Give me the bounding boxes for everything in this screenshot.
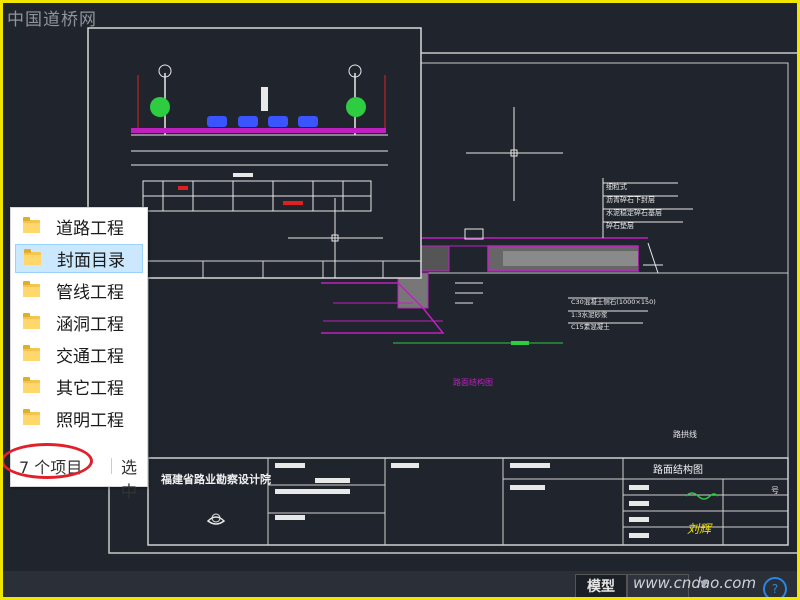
folder-item-road[interactable]: 道路工程 <box>15 212 143 241</box>
sheet-title: 路面结构图 <box>653 463 703 476</box>
folder-item-other[interactable]: 其它工程 <box>15 372 143 401</box>
watermark-bottom: www.cndao.com <box>633 574 757 592</box>
folder-label: 涵洞工程 <box>56 315 124 335</box>
help-icon[interactable]: ? <box>763 577 787 597</box>
watermark-top: 中国道桥网 <box>7 10 97 30</box>
tab-model[interactable]: 模型 <box>575 574 627 597</box>
svg-text:C15素混凝土: C15素混凝土 <box>571 322 610 331</box>
svg-text:号: 号 <box>771 486 779 495</box>
svg-text:沥青碎石下封层: 沥青碎石下封层 <box>606 195 655 204</box>
folder-item-lighting[interactable]: 照明工程 <box>15 404 143 433</box>
signature: 刘辉 <box>687 522 713 536</box>
svg-text:水泥稳定碎石基层: 水泥稳定碎石基层 <box>606 208 662 217</box>
highlight-ring <box>3 443 93 479</box>
folder-label: 道路工程 <box>56 219 124 239</box>
folder-icon <box>24 249 41 265</box>
selected-count: 选中 <box>121 458 138 501</box>
folder-icon <box>23 313 40 329</box>
folder-label: 其它工程 <box>56 379 124 399</box>
chevron-down-icon[interactable]: ▼ <box>700 579 708 590</box>
folder-icon <box>23 345 40 361</box>
folder-label: 交通工程 <box>56 347 124 367</box>
folder-item-cover[interactable]: 封面目录 <box>15 244 143 273</box>
folder-item-traffic[interactable]: 交通工程 <box>15 340 143 369</box>
folder-icon <box>23 217 40 233</box>
institute-name: 福建省路业勘察设计院 <box>160 472 271 486</box>
cad-viewport[interactable]: 福建省路业勘察设计院 路面结构图 刘辉 号 细粒式 沥青碎石下封层 水泥稳定碎石… <box>3 3 797 597</box>
note-text: 路拱线 <box>673 429 697 439</box>
status-divider <box>111 458 112 474</box>
folder-item-pipeline[interactable]: 管线工程 <box>15 276 143 305</box>
folder-label: 管线工程 <box>56 283 124 303</box>
svg-text:碎石垫层: 碎石垫层 <box>606 221 634 230</box>
folder-label: 封面目录 <box>57 251 125 271</box>
svg-text:细粒式: 细粒式 <box>606 182 627 191</box>
detail-title: 路面结构图 <box>453 377 493 387</box>
folder-label: 照明工程 <box>56 411 124 431</box>
folder-icon <box>23 377 40 393</box>
svg-text:1:3水泥砂浆: 1:3水泥砂浆 <box>571 310 608 319</box>
svg-text:C30混凝土侧石(1000×150): C30混凝土侧石(1000×150) <box>571 297 656 306</box>
folder-icon <box>23 281 40 297</box>
folder-icon <box>23 409 40 425</box>
folder-item-culvert[interactable]: 涵洞工程 <box>15 308 143 337</box>
